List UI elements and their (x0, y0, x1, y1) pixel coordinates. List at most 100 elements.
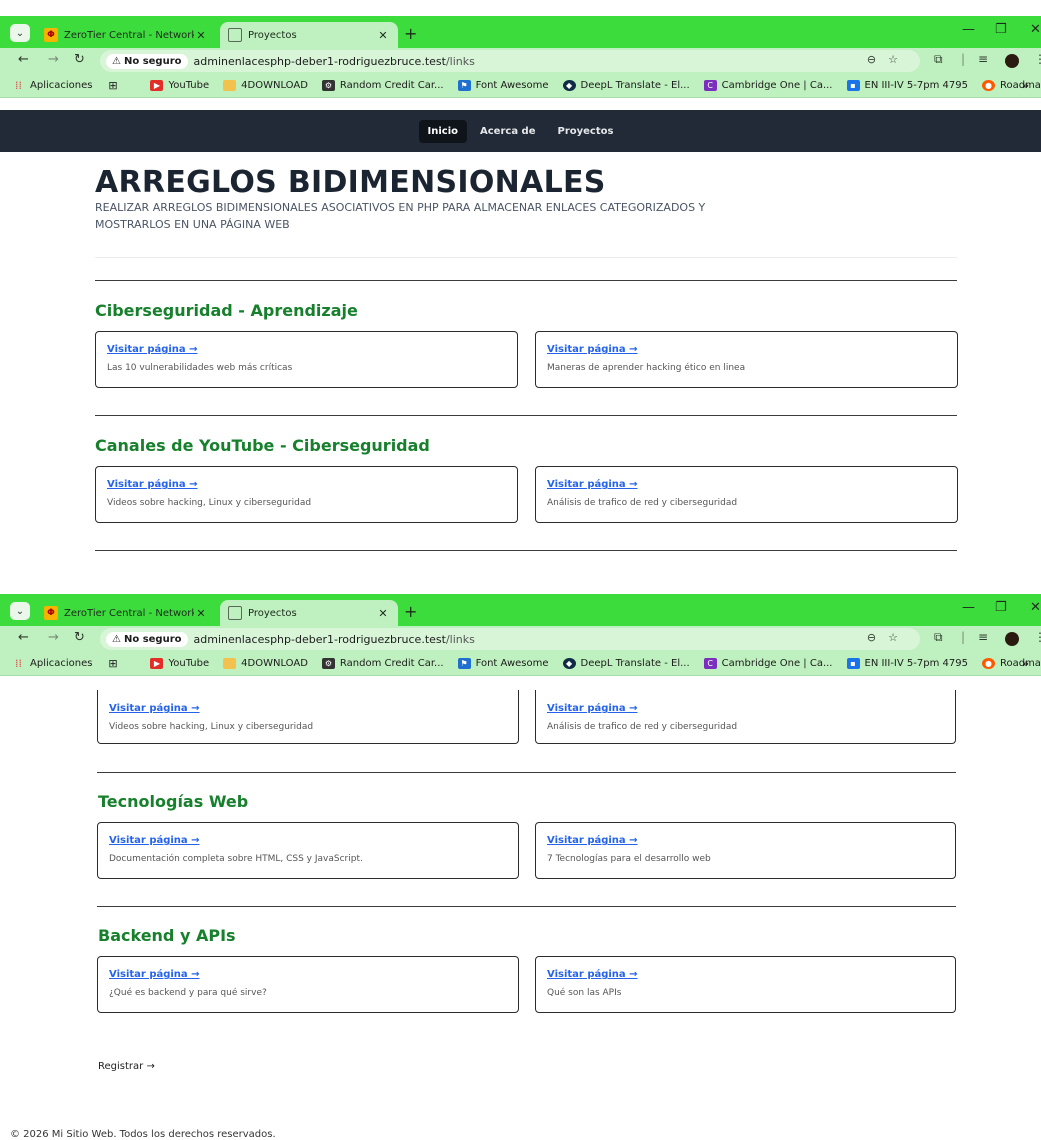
link-card[interactable]: Visitar página → Análisis de trafico de … (535, 690, 956, 744)
bookmark-en-iii[interactable]: ▪ EN III-IV 5-7pm 4795 (846, 658, 968, 669)
link-card[interactable]: Visitar página → Las 10 vulnerabilidades… (95, 331, 518, 388)
bookmarks-overflow-button[interactable]: » (1022, 79, 1029, 92)
bookmark-label: DeepL Translate - El... (580, 80, 690, 91)
profile-avatar[interactable] (1005, 54, 1019, 68)
restore-button[interactable]: ❐ (995, 600, 1007, 615)
zoom-icon[interactable]: ⊖ (867, 53, 888, 66)
youtube-icon: ▶ (150, 658, 164, 669)
reading-list-icon[interactable]: ≡ (978, 630, 988, 644)
tab-zerotier[interactable]: Φ ZeroTier Central - Networks - 8 ✕ (36, 600, 216, 626)
close-icon[interactable]: ✕ (194, 29, 208, 42)
back-button[interactable]: ← (18, 52, 29, 67)
gear-icon: ⚙ (321, 80, 335, 91)
star-icon[interactable]: ☆ (888, 53, 910, 66)
security-chip[interactable]: ⚠ No seguro (106, 631, 188, 647)
bookmark-font-awesome[interactable]: ⚑ Font Awesome (457, 80, 549, 91)
visit-page-link[interactable]: Visitar página → (547, 479, 946, 490)
bookmark-cambridge[interactable]: C Cambridge One | Ca... (703, 658, 833, 669)
forward-button[interactable]: → (48, 52, 59, 67)
extensions-icon[interactable]: ⧉ (934, 630, 943, 645)
bookmark-youtube[interactable]: ▶ YouTube (150, 658, 209, 669)
close-icon[interactable]: ✕ (376, 29, 390, 42)
bookmark-label: YouTube (168, 658, 210, 669)
reload-button[interactable]: ↻ (74, 52, 85, 67)
reload-button[interactable]: ↻ (74, 630, 85, 645)
omnibox-icons: ⊖☆ (867, 53, 910, 66)
category-title: Canales de YouTube - Ciberseguridad (95, 436, 430, 455)
nav-proyectos[interactable]: Proyectos (549, 120, 623, 143)
bookmark-random-credit[interactable]: ⚙ Random Credit Car... (321, 658, 444, 669)
link-card[interactable]: Visitar página → Documentación completa … (97, 822, 519, 879)
profile-avatar[interactable] (1005, 632, 1019, 646)
bookmark-cambridge[interactable]: C Cambridge One | Ca... (703, 80, 833, 91)
link-card[interactable]: Visitar página → Qué son las APIs (535, 956, 956, 1013)
visit-page-link[interactable]: Visitar página → (547, 703, 944, 714)
visit-page-link[interactable]: Visitar página → (109, 969, 507, 980)
link-card[interactable]: Visitar página → Maneras de aprender hac… (535, 331, 958, 388)
link-card[interactable]: Visitar página → Videos sobre hacking, L… (97, 690, 519, 744)
bookmark-grid[interactable]: ⊞ (106, 79, 124, 92)
link-card[interactable]: Visitar página → Análisis de trafico de … (535, 466, 958, 523)
bookmark-youtube[interactable]: ▶ YouTube (150, 80, 209, 91)
link-card[interactable]: Visitar página → Videos sobre hacking, L… (95, 466, 518, 523)
bookmark-random-credit[interactable]: ⚙ Random Credit Car... (321, 80, 444, 91)
link-description: Documentación completa sobre HTML, CSS y… (109, 854, 363, 864)
bookmark-font-awesome[interactable]: ⚑ Font Awesome (457, 658, 549, 669)
tab-proyectos[interactable]: Proyectos ✕ (220, 22, 398, 48)
visit-page-link[interactable]: Visitar página → (107, 479, 506, 490)
tab-proyectos[interactable]: Proyectos ✕ (220, 600, 398, 626)
register-link[interactable]: Registrar → (98, 1061, 155, 1072)
reading-list-icon[interactable]: ≡ (978, 52, 988, 66)
star-icon[interactable]: ☆ (888, 631, 910, 644)
bookmark-roadmap[interactable]: ● Roadmap de Hackin... (981, 80, 1041, 91)
visit-page-link[interactable]: Visitar página → (109, 703, 507, 714)
extensions-icon[interactable]: ⧉ (934, 52, 943, 67)
bookmark-apps[interactable]: ⁞⁞ Aplicaciones (12, 79, 93, 92)
bookmark-apps[interactable]: ⁞⁞ Aplicaciones (12, 657, 92, 670)
menu-icon[interactable]: ⋮ (1034, 52, 1041, 66)
visit-page-link[interactable]: Visitar página → (547, 835, 944, 846)
menu-icon[interactable]: ⋮ (1034, 630, 1041, 644)
globe-icon (228, 28, 242, 42)
address-bar[interactable]: ⚠ No seguro adminenlacesphp-deber1-rodrig… (100, 50, 920, 72)
bookmark-4download[interactable]: 4DOWNLOAD (223, 658, 308, 669)
new-tab-button[interactable]: + (404, 602, 417, 621)
bookmark-label: DeepL Translate - El... (580, 658, 690, 669)
back-button[interactable]: ← (18, 630, 29, 645)
close-icon[interactable]: ✕ (376, 607, 390, 620)
nav-inicio[interactable]: Inicio (418, 119, 468, 143)
window-close-button[interactable]: ✕ (1030, 22, 1041, 37)
minimize-button[interactable]: — (962, 22, 975, 37)
bookmark-deepl[interactable]: ◆ DeepL Translate - El... (562, 80, 690, 91)
url-path: /links (445, 54, 475, 68)
visit-page-link[interactable]: Visitar página → (109, 835, 507, 846)
bookmark-label: Font Awesome (475, 80, 549, 91)
new-tab-button[interactable]: + (404, 24, 417, 43)
bookmark-grid[interactable]: ⊞ (106, 657, 124, 670)
bookmark-deepl[interactable]: ◆ DeepL Translate - El... (562, 658, 690, 669)
tab-search-button[interactable]: ⌄ (10, 602, 30, 620)
security-chip[interactable]: ⚠ No seguro (106, 53, 188, 69)
link-card[interactable]: Visitar página → 7 Tecnologías para el d… (535, 822, 956, 879)
nav-acerca-de[interactable]: Acerca de (471, 120, 544, 143)
forward-button[interactable]: → (48, 630, 59, 645)
bookmark-roadmap[interactable]: ● Roadmap de Hackin... (981, 658, 1041, 669)
visit-page-link[interactable]: Visitar página → (547, 344, 946, 355)
address-bar[interactable]: ⚠ No seguro adminenlacesphp-deber1-rodrig… (100, 628, 920, 650)
visit-page-link[interactable]: Visitar página → (547, 969, 944, 980)
bookmark-en-iii[interactable]: ▪ EN III-IV 5-7pm 4795 (846, 80, 968, 91)
apps-grid-icon: ⁞⁞ (15, 79, 22, 92)
bookmarks-overflow-button[interactable]: » (1022, 657, 1029, 670)
tab-search-button[interactable]: ⌄ (10, 24, 30, 42)
bookmark-4download[interactable]: 4DOWNLOAD (223, 80, 308, 91)
tab-zerotier[interactable]: Φ ZeroTier Central - Networks - 8 ✕ (36, 22, 216, 48)
close-icon[interactable]: ✕ (194, 607, 208, 620)
zoom-icon[interactable]: ⊖ (867, 631, 888, 644)
bookmark-label: Aplicaciones (30, 80, 93, 91)
link-card[interactable]: Visitar página → ¿Qué es backend y para … (97, 956, 519, 1013)
restore-button[interactable]: ❐ (995, 22, 1007, 37)
window-close-button[interactable]: ✕ (1030, 600, 1041, 615)
minimize-button[interactable]: — (962, 600, 975, 615)
visit-page-link[interactable]: Visitar página → (107, 344, 506, 355)
reddit-icon: ● (981, 658, 995, 669)
